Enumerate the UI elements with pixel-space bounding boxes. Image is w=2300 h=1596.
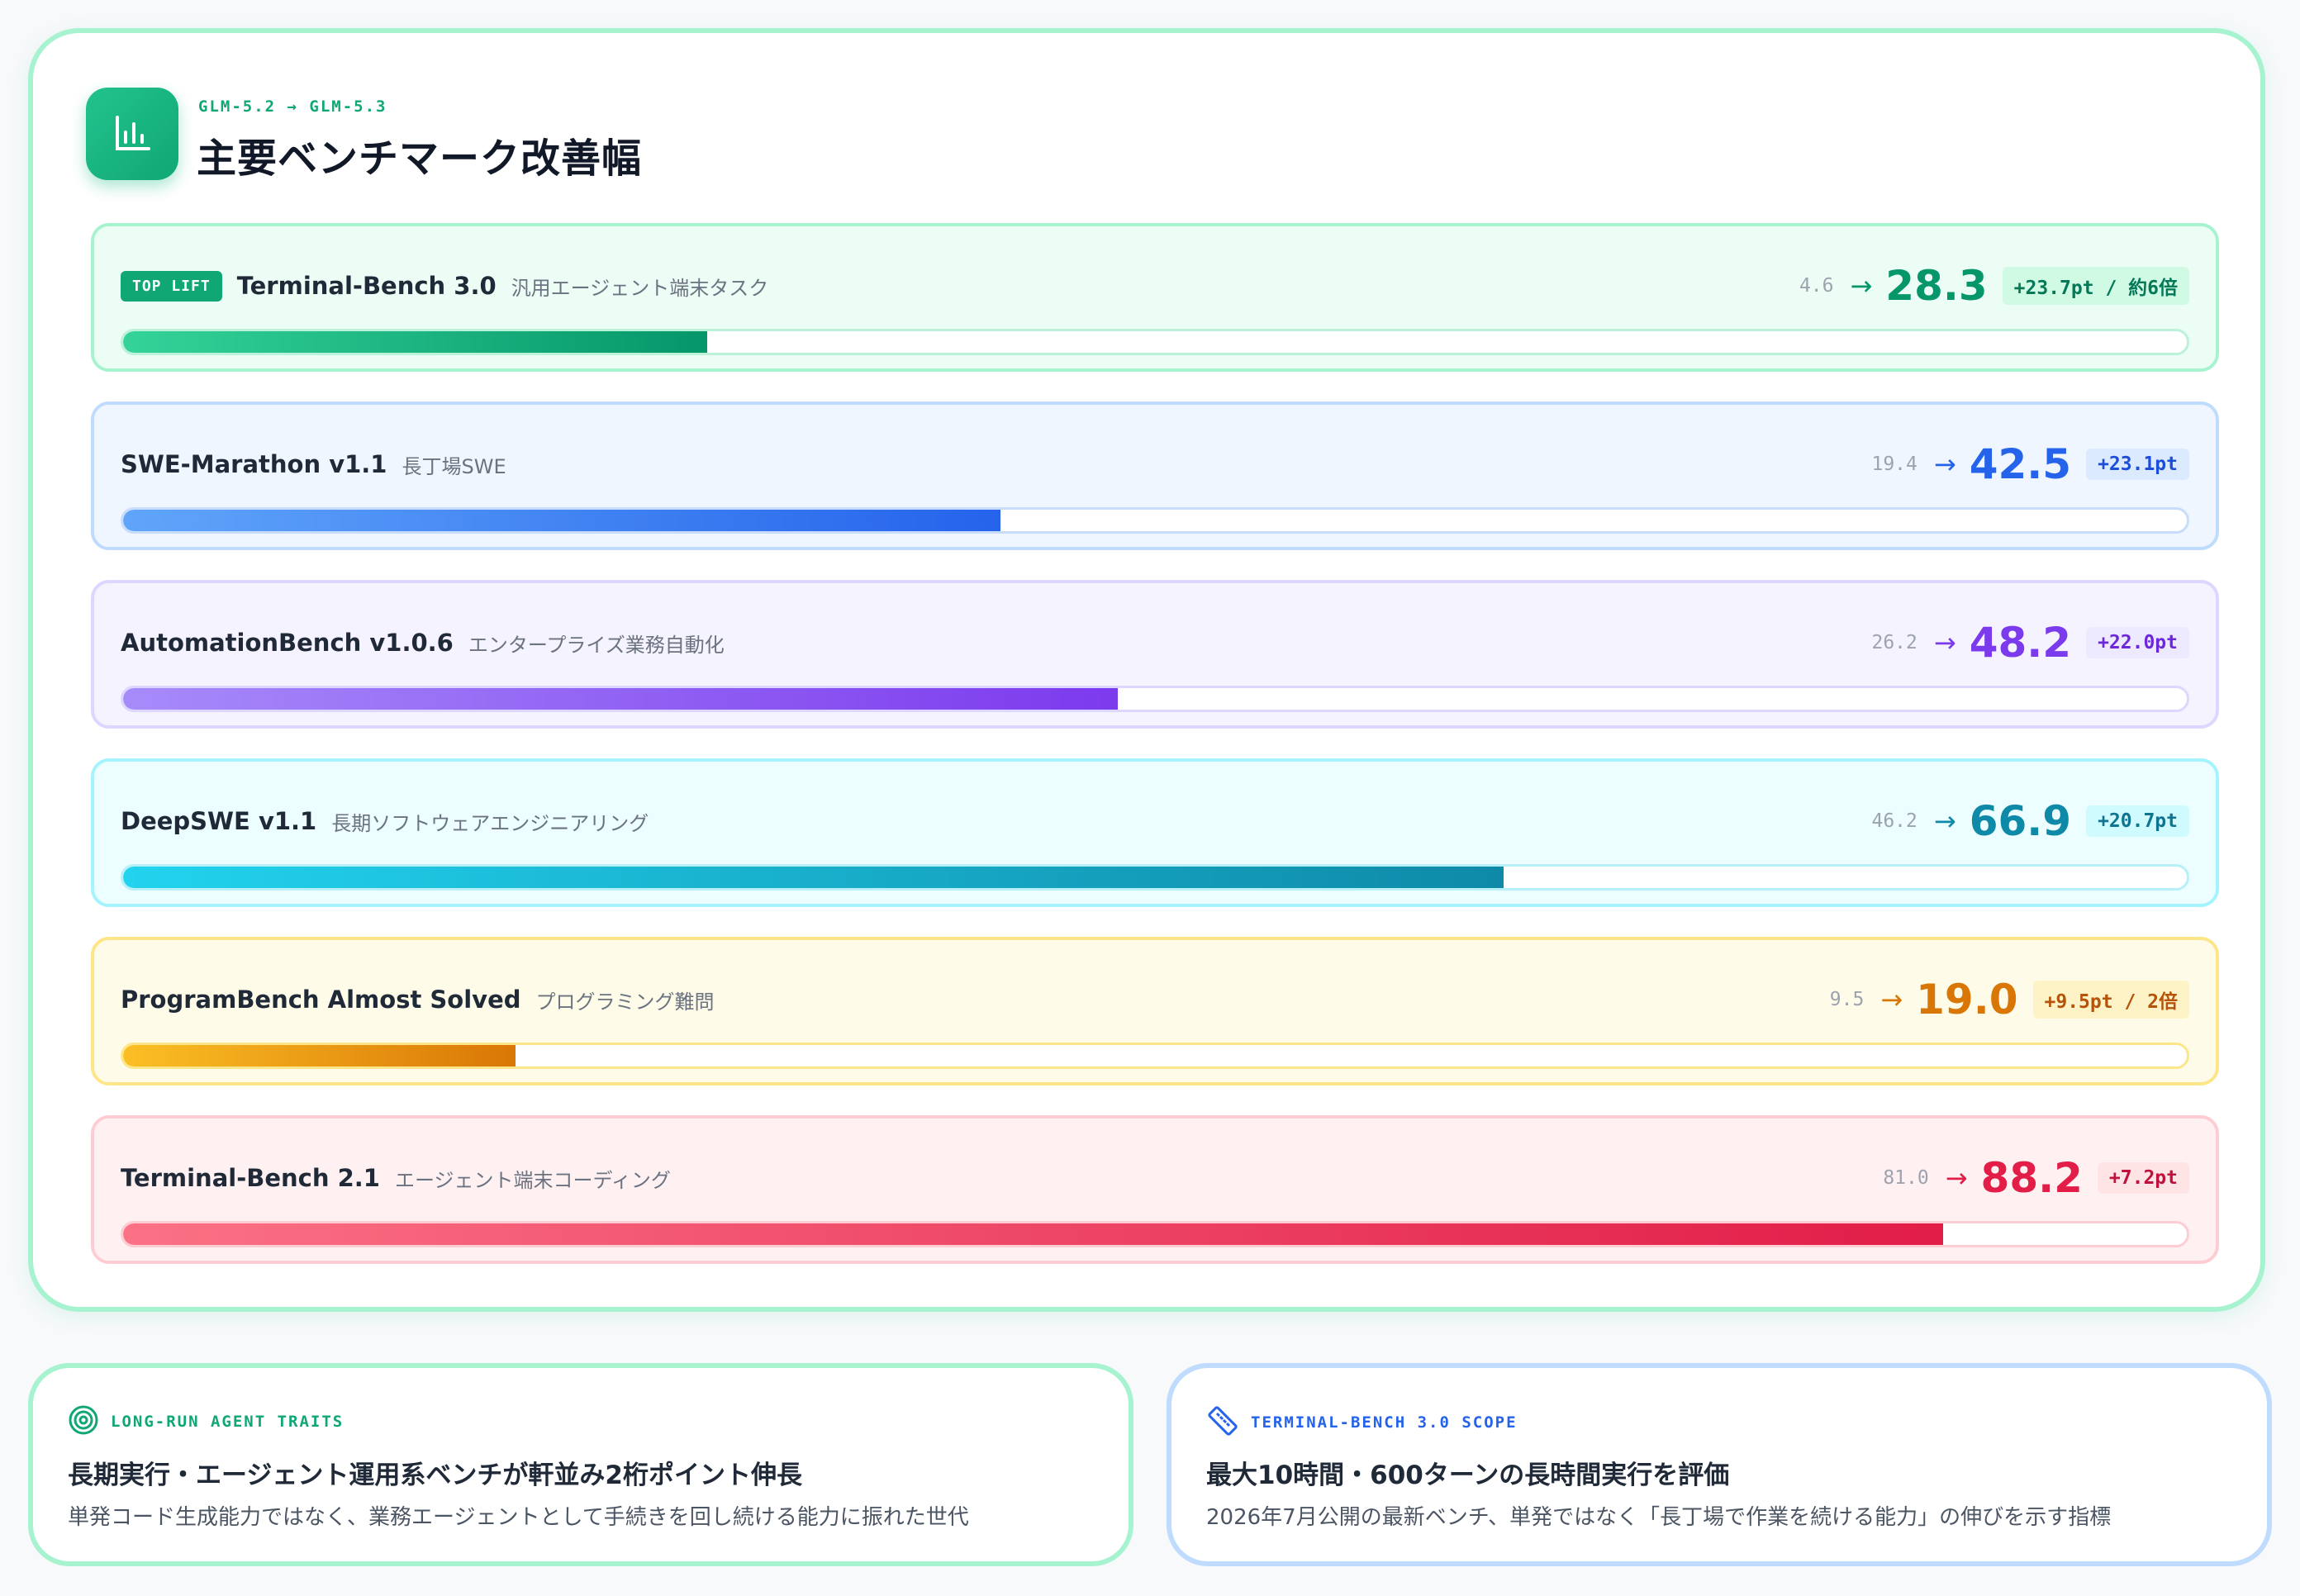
before-score: 9.5 — [1829, 989, 1865, 1010]
arrow-right-icon: → — [1945, 1162, 1968, 1194]
note-body: 単発コード生成能力ではなく、業務エージェントとして手続きを回し続ける能力に振れた… — [68, 1505, 969, 1530]
delta-badge: +9.5pt / 2倍 — [2032, 981, 2189, 1019]
bar-chart-icon — [86, 88, 178, 180]
benchmark-row-terminal-bench-2: Terminal-Bench 2.1 エージェント端末コーディング 81.0 →… — [91, 1115, 2219, 1264]
benchmark-name: DeepSWE v1.1 — [121, 807, 317, 835]
note-card-long-run-agent: LONG-RUN AGENT TRAITS 長期実行・エージェント運用系ベンチが… — [28, 1363, 1133, 1566]
arrow-right-icon: → — [1933, 627, 1956, 658]
benchmark-row-terminal-bench-3: TOP LIFT Terminal-Bench 3.0 汎用エージェント端末タス… — [91, 223, 2219, 372]
benchmark-name: SWE-Marathon v1.1 — [121, 450, 387, 478]
benchmark-description: 汎用エージェント端末タスク — [511, 276, 769, 300]
top-lift-badge: TOP LIFT — [121, 270, 222, 302]
progress-track — [121, 1221, 2189, 1247]
before-score: 4.6 — [1799, 275, 1834, 297]
header-subtitle: GLM-5.2 → GLM-5.3 — [198, 97, 387, 116]
delta-badge: +23.7pt / 約6倍 — [2002, 267, 2189, 305]
ruler-icon — [1206, 1404, 1239, 1441]
before-score: 19.4 — [1871, 454, 1917, 475]
benchmark-description: エージェント端末コーディング — [394, 1168, 671, 1192]
progress-track — [121, 686, 2189, 712]
benchmark-row-programbench: ProgramBench Almost Solved プログラミング難問 9.5… — [91, 937, 2219, 1085]
before-score: 26.2 — [1871, 632, 1917, 653]
delta-badge: +20.7pt — [2086, 805, 2189, 837]
benchmark-name: Terminal-Bench 3.0 — [236, 272, 497, 300]
delta-badge: +23.1pt — [2086, 449, 2189, 480]
progress-track — [121, 329, 2189, 355]
benchmark-name: Terminal-Bench 2.1 — [121, 1164, 380, 1192]
arrow-right-icon: → — [1880, 984, 1903, 1015]
progress-fill — [123, 688, 1119, 710]
note-card-terminal-bench-scope: TERMINAL-BENCH 3.0 SCOPE 最大10時間・600ターンの長… — [1167, 1363, 2272, 1566]
note-title: 最大10時間・600ターンの長時間実行を評価 — [1206, 1461, 1730, 1490]
after-score: 48.2 — [1969, 619, 2072, 667]
benchmark-row-deepswe: DeepSWE v1.1 長期ソフトウェアエンジニアリング 46.2 → 66.… — [91, 758, 2219, 907]
benchmark-description: 長丁場SWE — [402, 454, 506, 478]
progress-track — [121, 864, 2189, 891]
before-score: 81.0 — [1883, 1167, 1929, 1189]
target-icon — [68, 1404, 99, 1439]
after-score: 42.5 — [1969, 440, 2072, 488]
progress-fill — [123, 510, 1000, 531]
arrow-right-icon: → — [1850, 270, 1873, 302]
progress-fill — [123, 331, 707, 353]
benchmark-card: GLM-5.2 → GLM-5.3 主要ベンチマーク改善幅 TOP LIFT T… — [28, 28, 2265, 1312]
benchmark-description: 長期ソフトウェアエンジニアリング — [331, 811, 649, 835]
benchmark-description: プログラミング難問 — [535, 990, 715, 1014]
progress-track — [121, 507, 2189, 534]
delta-badge: +7.2pt — [2097, 1162, 2189, 1194]
progress-track — [121, 1043, 2189, 1069]
before-score: 46.2 — [1871, 810, 1917, 832]
note-body: 2026年7月公開の最新ベンチ、単発ではなく「長丁場で作業を続ける能力」の伸びを… — [1206, 1505, 2112, 1530]
after-score: 88.2 — [1980, 1154, 2083, 1202]
page-title: 主要ベンチマーク改善幅 — [197, 135, 643, 182]
progress-fill — [123, 867, 1504, 888]
note-label: TERMINAL-BENCH 3.0 SCOPE — [1251, 1413, 1518, 1432]
benchmark-row-automationbench: AutomationBench v1.0.6 エンタープライズ業務自動化 26.… — [91, 580, 2219, 729]
arrow-right-icon: → — [1933, 805, 1956, 837]
arrow-right-icon: → — [1933, 449, 1956, 480]
after-score: 66.9 — [1969, 797, 2072, 845]
after-score: 19.0 — [1916, 976, 2018, 1024]
delta-badge: +22.0pt — [2086, 627, 2189, 658]
progress-fill — [123, 1223, 1944, 1245]
note-label: LONG-RUN AGENT TRAITS — [111, 1413, 345, 1431]
after-score: 28.3 — [1885, 262, 1988, 310]
progress-fill — [123, 1045, 516, 1066]
benchmark-row-swe-marathon: SWE-Marathon v1.1 長丁場SWE 19.4 → 42.5 +23… — [91, 401, 2219, 550]
benchmark-name: ProgramBench Almost Solved — [121, 986, 521, 1014]
benchmark-name: AutomationBench v1.0.6 — [121, 629, 454, 657]
note-title: 長期実行・エージェント運用系ベンチが軒並み2桁ポイント伸長 — [68, 1461, 802, 1490]
benchmark-description: エンタープライズ業務自動化 — [468, 633, 725, 657]
